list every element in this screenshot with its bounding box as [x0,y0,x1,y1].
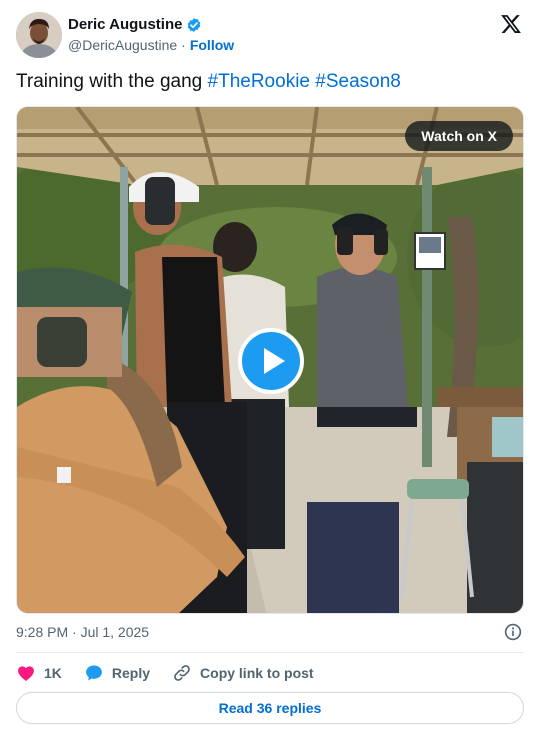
copy-link-button[interactable]: Copy link to post [172,663,314,683]
reply-label: Reply [111,665,151,681]
copy-link-label: Copy link to post [200,665,314,681]
read-replies-button[interactable]: Read 36 replies [16,692,524,724]
like-button[interactable]: 1K [16,663,62,683]
like-count: 1K [44,665,62,681]
action-bar: 1K Reply Copy link to post [16,662,336,684]
hashtag-link[interactable]: #Season8 [315,71,401,92]
reply-button[interactable]: Reply [84,663,150,683]
info-icon[interactable] [504,623,522,641]
post-text: Training with the gang #TheRookie #Seaso… [16,71,401,93]
watch-on-x-button[interactable]: Watch on X [405,121,513,151]
author-handle[interactable]: @DericAugustine [68,37,177,53]
follow-button[interactable]: Follow [190,37,234,53]
post-body-text: Training with the gang [16,71,203,92]
verified-badge-icon [186,17,202,33]
separator-dot: · [181,37,186,53]
play-button[interactable] [238,328,304,394]
divider [16,652,524,653]
avatar[interactable] [16,12,62,58]
video-media[interactable]: Watch on X [16,106,524,614]
x-logo-icon[interactable] [500,13,522,35]
play-icon [264,348,285,374]
link-icon [174,665,190,681]
heart-icon [18,666,34,681]
author-name-row: Deric Augustine [68,16,202,33]
author-name[interactable]: Deric Augustine [68,16,182,33]
embedded-post-card: Deric Augustine @DericAugustine · Follow… [0,0,540,740]
hashtag-link[interactable]: #TheRookie [208,71,310,92]
post-timestamp[interactable]: 9:28 PM · Jul 1, 2025 [16,624,149,640]
avatar-photo [16,12,62,58]
author-handle-row: @DericAugustine · Follow [68,37,234,53]
reply-bubble-icon [85,665,102,681]
